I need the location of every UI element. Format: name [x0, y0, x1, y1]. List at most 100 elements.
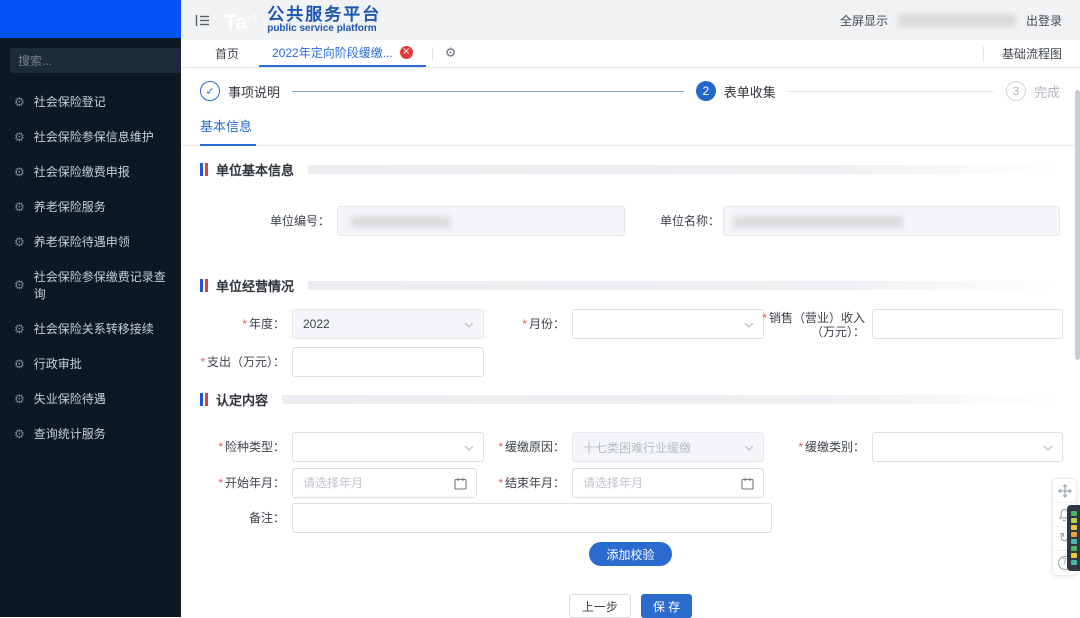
previous-step-button[interactable]: 上一步 [568, 594, 631, 618]
sidebar-item-label: 失业保险待遇 [33, 392, 106, 406]
month-label: * 月份： [522, 317, 565, 331]
sidebar-item[interactable]: ⚙ 养老保险服务 [0, 190, 181, 223]
sidebar-item-label: 社会保险缴费申报 [33, 165, 130, 179]
step-2-label: 表单收集 [723, 84, 776, 100]
expense-input-wrap [292, 347, 484, 377]
vertical-scrollbar-thumb[interactable] [1075, 90, 1080, 360]
gear-icon: ⚙ [14, 129, 25, 144]
section-bar-icon [200, 162, 208, 176]
wizard-stepper: ✓ 事项说明 2 表单收集 3 完成 [200, 80, 1060, 102]
base-flowchart-link[interactable]: 基础流程图 [984, 40, 1080, 67]
sidebar-item[interactable]: ⚙ 社会保险缴费申报 [0, 155, 181, 188]
sidebar: ⚙ 社会保险登记 ⚙ 社会保险参保信息维护 ⚙ 社会保险缴费申报 ⚙ 养老保险服… [0, 0, 205, 617]
fullscreen-button[interactable]: 全屏显示 [840, 12, 888, 29]
row-unit-basic: 单位编号： 单位名称： [181, 206, 1080, 236]
insurance-type-label: * 险种类型： [218, 440, 285, 454]
section-unit-basic-title: 单位基本信息 [216, 162, 295, 178]
sidebar-item-label: 查询统计服务 [33, 427, 106, 441]
sidebar-item[interactable]: ⚙ 社会保险参保缴费记录查询 [0, 260, 181, 310]
section-rule [282, 394, 1060, 404]
step-3-number: 3 [1005, 81, 1026, 101]
logout-button[interactable]: 出登录 [1026, 12, 1062, 29]
redacted-username [897, 13, 1016, 27]
app-title: 公共服务平台 [267, 4, 382, 24]
remark-input[interactable] [293, 504, 771, 532]
row-operation-1: * 年度： 2022 * 月份： * 销售（营业）收入 （万元）： [181, 309, 1080, 339]
platform-logo: Ta+3 [224, 10, 258, 34]
row-operation-2: * 支出（万元）： [181, 347, 1080, 377]
step-line-done [292, 90, 684, 92]
sidebar-item[interactable]: ⚙ 社会保险关系转移接续 [0, 312, 181, 345]
sidebar-item-label: 养老保险服务 [33, 200, 106, 214]
expense-input[interactable] [293, 348, 483, 376]
gear-icon: ⚙ [14, 356, 25, 371]
sidebar-item-label: 社会保险登记 [33, 95, 106, 109]
tab-basic-info[interactable]: 基本信息 [200, 112, 257, 146]
sidebar-item[interactable]: ⚙ 社会保险参保信息维护 [0, 120, 181, 153]
sidebar-menu: ⚙ 社会保险登记 ⚙ 社会保险参保信息维护 ⚙ 社会保险缴费申报 ⚙ 养老保险服… [0, 85, 181, 450]
chevron-down-icon [1043, 445, 1053, 451]
sidebar-item[interactable]: ⚙ 查询统计服务 [0, 417, 181, 450]
section-rule [308, 164, 1060, 174]
defer-category-label: * 缓缴类别： [798, 440, 865, 454]
gear-icon: ⚙ [14, 426, 25, 441]
calendar-icon[interactable] [741, 477, 754, 490]
section-unit-basic-header: 单位基本信息 [200, 162, 1060, 178]
sidebar-item[interactable]: ⚙ 失业保险待遇 [0, 382, 181, 415]
gear-icon: ⚙ [14, 234, 25, 249]
move-tool-icon[interactable] [1053, 479, 1076, 503]
gear-icon: ⚙ [14, 164, 25, 179]
gear-icon: ⚙ [14, 321, 25, 336]
end-month-picker[interactable] [572, 468, 764, 498]
step-2-number: 2 [695, 81, 716, 101]
sidebar-item-label: 社会保险参保缴费记录查询 [33, 270, 166, 301]
remark-label: 备注： [248, 511, 285, 525]
menu-fold-icon[interactable] [195, 14, 210, 27]
row-determination-2: *开始年月： *结束年月： [181, 468, 1080, 498]
step-2: 2 表单收集 [695, 81, 776, 101]
tab-home[interactable]: 首页 [195, 40, 259, 67]
gear-icon: ⚙ [14, 278, 25, 292]
income-input-wrap [872, 309, 1063, 339]
row-determination-1: * 险种类型： * 缓缴原因： 十七类困难行业缓缴 * 缓缴类别： [181, 432, 1080, 462]
search-input[interactable] [10, 48, 181, 73]
unit-code-label: 单位编号： [269, 214, 330, 228]
tab-active[interactable]: 2022年定向阶段缓缴... × [259, 40, 426, 67]
defer-category-select[interactable] [872, 432, 1063, 462]
sidebar-item-label: 社会保险关系转移接续 [33, 322, 154, 336]
unit-name-label: 单位名称： [659, 214, 720, 228]
colorful-side-badge[interactable] [1067, 505, 1080, 571]
step-1-check-icon: ✓ [200, 81, 220, 101]
section-determination-title: 认定内容 [216, 392, 269, 408]
expense-label: * 支出（万元）： [200, 355, 285, 369]
app-subtitle: public service platform [267, 22, 377, 34]
save-button[interactable]: 保 存 [640, 594, 693, 618]
unit-name-field [723, 206, 1060, 236]
start-month-label: * 开始年月： [218, 476, 285, 490]
section-unit-operation-header: 单位经营情况 [200, 278, 1060, 294]
section-bar-icon [200, 278, 208, 292]
sidebar-item-label: 行政审批 [33, 357, 82, 371]
tab-divider [431, 46, 433, 61]
sidebar-item-label: 养老保险待遇申领 [33, 235, 130, 249]
sidebar-item[interactable]: ⚙ 养老保险待遇申领 [0, 225, 181, 258]
gear-icon: ⚙ [14, 199, 25, 214]
month-select[interactable] [572, 309, 764, 339]
add-validation-button[interactable]: 添加校验 [589, 542, 672, 566]
sidebar-item[interactable]: ⚙ 行政审批 [0, 347, 181, 380]
defer-reason-select[interactable]: 十七类困难行业缓缴 [572, 432, 764, 462]
form-tab-row: 基本信息 [181, 112, 1080, 146]
sidebar-item[interactable]: ⚙ 社会保险登记 [0, 85, 181, 118]
tab-bar: 首页 2022年定向阶段缓缴... × ⚙ 基础流程图 [181, 40, 1080, 68]
tab-settings-gear-icon[interactable]: ⚙ [445, 46, 457, 61]
tab-close-icon[interactable]: × [399, 46, 413, 59]
gear-icon: ⚙ [14, 94, 25, 109]
main-area: Ta+3 公共服务平台 public service platform 全屏显示… [181, 0, 1080, 618]
end-month-input[interactable] [573, 469, 733, 497]
start-month-input[interactable] [293, 469, 446, 497]
redacted-unit-code [351, 216, 451, 228]
income-input[interactable] [873, 310, 1062, 338]
year-label: * 年度： [242, 317, 285, 331]
step-1-label: 事项说明 [228, 84, 281, 100]
income-label: * 销售（营业）收入 （万元）： [762, 311, 865, 339]
